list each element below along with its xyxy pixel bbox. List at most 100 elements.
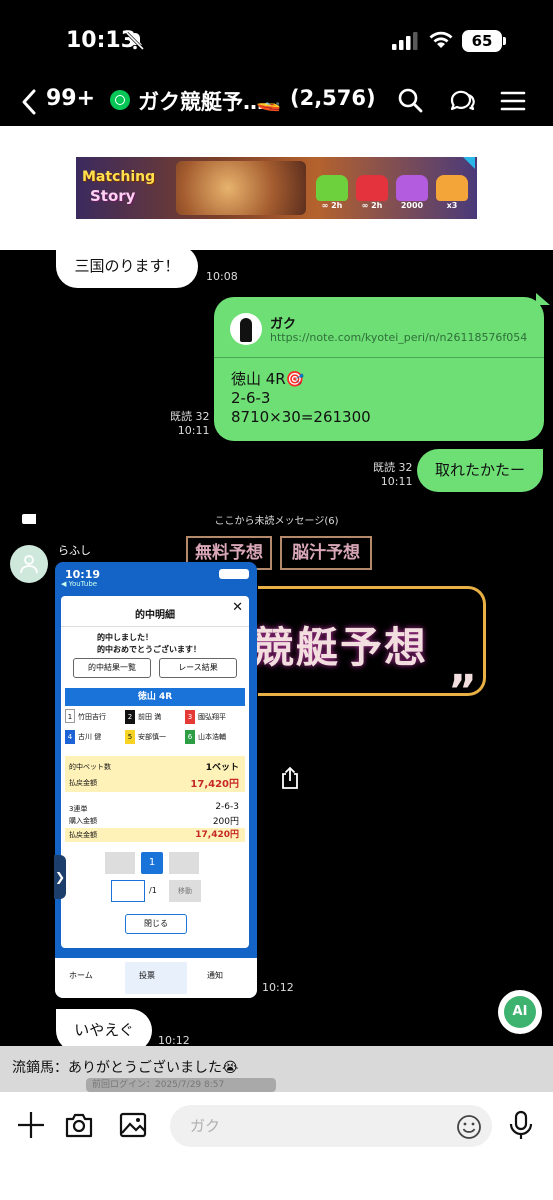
menu-icon[interactable] [498,86,528,116]
message-bubble[interactable]: 取れたかたー [417,449,543,492]
jump-button: 移動 [169,880,201,902]
ad-reward-chest [316,175,348,201]
battery-indicator: 65 [462,30,502,52]
notice-text: 流鏑馬：ありがとうございました😭 [12,1060,239,1076]
ad-area: Matching Story ∞ 2h ∞ 2h 2000 x3 [0,126,553,250]
back-chevron-icon[interactable] [20,88,38,116]
sender-avatar [230,313,262,345]
battery-cap [503,37,506,45]
boat-emoji: 🚤 [256,88,281,112]
screenshot-details: 3連単 2-6-3 購入金額 200円 払戻金額 17,420円 [65,802,245,846]
chat-bubbles-icon[interactable] [448,86,478,116]
screenshot-close-button: 閉じる [125,914,187,934]
ad-reward-label: ∞ 2h [321,201,343,210]
page-total: /1 [149,886,157,895]
screenshot-back-app: ◀ YouTube [61,580,98,588]
avatar[interactable] [10,545,48,583]
racer-number: 4 [65,730,75,744]
racer-cell: 3 國弘翔平 [185,708,245,726]
search-icon[interactable] [396,86,426,116]
tag-icon[interactable] [22,514,36,524]
emoji-icon[interactable] [456,1114,482,1140]
ad-banner[interactable]: Matching Story ∞ 2h ∞ 2h 2000 x3 [76,157,477,219]
person-icon [20,555,38,574]
racer-cell: 2 前田 満 [125,708,185,726]
camera-icon[interactable] [64,1110,94,1140]
pinned-notice[interactable]: 流鏑馬：ありがとうございました😭 [0,1046,553,1092]
ad-choices-icon[interactable] [463,157,475,169]
message-time: 10:12 [262,981,294,994]
read-receipt: 既読 32 10:11 [373,461,413,488]
cellular-signal-icon [392,32,418,50]
share-icon[interactable] [279,766,301,790]
poster-quote-mark: ” [448,666,477,717]
racer-number: 3 [185,710,195,724]
ad-reward-heart [356,175,388,201]
racer-cell: 5 安部慎一 [125,728,185,746]
message-bubble[interactable]: 三国のります！ [56,245,198,288]
ad-game-scene [176,161,306,215]
card-text-line: 2-6-3 [231,389,271,407]
chat-title[interactable]: ガク競艇予… [138,86,264,116]
read-receipt: 既読 32 10:11 [170,410,210,437]
racer-number: 5 [125,730,135,744]
sender-name: らふし [58,544,91,557]
card-sender-name: ガク [270,317,297,332]
image-icon[interactable] [118,1110,148,1140]
card-text-line: 8710×30=261300 [231,408,371,426]
wifi-icon [429,31,453,48]
ad-reward-box [436,175,468,201]
message-input[interactable]: ガク [170,1105,492,1147]
racer-name: 國弘翔平 [198,713,226,721]
racer-cell: 6 山本浩輔 [185,728,245,746]
unread-count[interactable]: 99+ [46,86,95,111]
image-message[interactable]: 10:19 ◀ YouTube 的中明細 ✕ 的中しました！ 的中おめでとうござ… [55,562,257,998]
link-card-message[interactable]: ガク https://note.com/kyotei_peri/n/n26118… [214,293,550,441]
poster-heading: 競艇予想 [252,623,429,672]
ad-brand-line1: Matching [82,169,156,185]
ad-reward-gem [396,175,428,201]
page-input [111,880,145,902]
ad-brand-line2: Story [90,187,136,205]
bubble-tail [536,293,550,305]
screenshot-button: レース結果 [159,658,237,678]
poster-label: 脳汁予想 [280,536,372,570]
screenshot-tab-bar: ホーム 投票 通知 [55,958,257,998]
unread-separator: ここから未読メッセージ(6) [214,516,339,527]
page-current: 1 [141,852,163,874]
ad-reward-label: 2000 [400,201,424,210]
racer-number: 6 [185,730,195,744]
racer-number: 1 [65,709,75,723]
ai-assistant-button[interactable]: AI [498,990,542,1034]
plus-icon[interactable] [16,1110,46,1140]
status-bar: 10:13 65 [0,0,553,80]
chat-header: 99+ ガク競艇予… 🚤 (2,576) [0,78,553,126]
screenshot-racers: 1 竹田吉行 2 前田 満 3 國弘翔平 4 古川 健 5 安部慎一 6 山本浩輔 [65,708,245,748]
card-text-line: 徳山 4R🎯 [231,370,305,388]
divider [61,626,249,627]
screenshot-button: 的中結果一覧 [73,658,151,678]
ai-label: AI [504,996,536,1028]
screenshot-race: 徳山 4R [65,688,245,706]
notice-subtext: 前回ログイン：2025/7/29 8:57 [86,1078,276,1092]
racer-cell: 1 竹田吉行 [65,708,125,726]
racer-name: 古川 健 [78,733,102,741]
message-time: 10:08 [206,270,238,283]
ad-reward-label: x3 [446,201,458,210]
screenshot-payout-box: 的中ベット数 1ベット 払戻金額 17,420円 [65,756,245,792]
screenshot-pager: 1 [105,852,205,874]
close-icon: ✕ [232,600,243,615]
side-handle[interactable]: ❯ [54,855,66,899]
racer-number: 2 [125,710,135,724]
racer-name: 竹田吉行 [78,713,106,721]
microphone-icon[interactable] [506,1110,536,1140]
silent-bell-icon [125,31,145,51]
racer-name: 前田 満 [138,713,162,721]
member-count[interactable]: (2,576) [290,86,376,110]
ad-reward-label: ∞ 2h [361,201,383,210]
racer-name: 山本浩輔 [198,733,226,741]
racer-name: 安部慎一 [138,733,166,741]
input-bar: ガク [0,1092,553,1200]
card-url-link[interactable]: https://note.com/kyotei_peri/n/n26118576… [270,331,527,344]
group-chat-icon [110,90,130,110]
